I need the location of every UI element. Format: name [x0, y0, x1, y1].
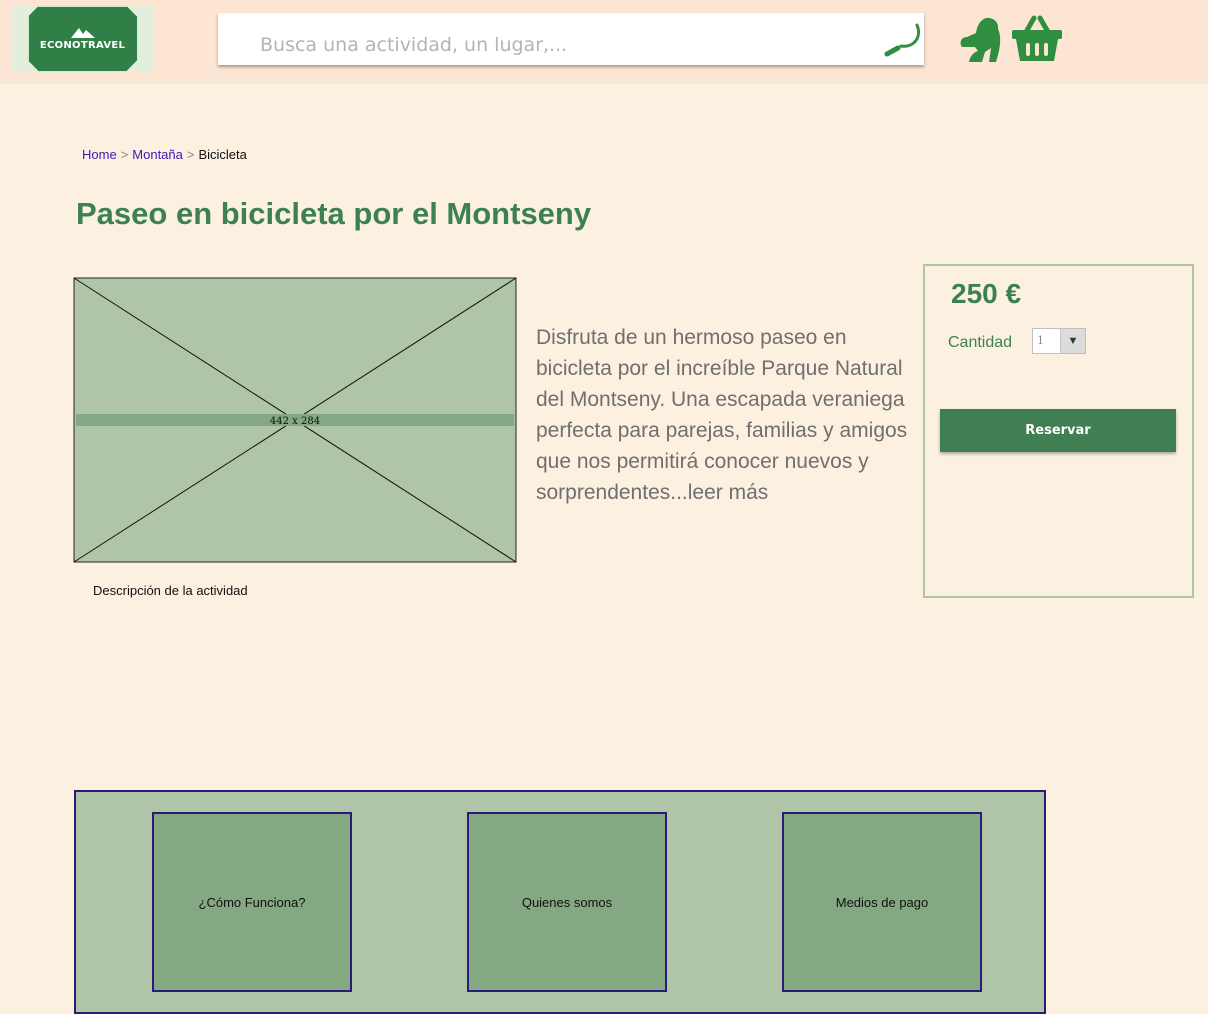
breadcrumb-montana[interactable]: Montaña [132, 147, 183, 162]
quantity-label: Cantidad [948, 334, 1013, 351]
logo-text: ECONOTRAVEL [39, 40, 126, 51]
footer: ¿Cómo Funciona? Quienes somos Medios de … [74, 790, 1046, 1014]
search-bar [218, 13, 924, 65]
breadcrumb-separator: > [186, 147, 195, 162]
booking-panel: 250 € Cantidad 1 ▼ Reservar [923, 264, 1194, 598]
search-icon[interactable] [882, 21, 922, 59]
activity-description: Disfruta de un hermoso paseo en biciclet… [536, 322, 908, 508]
logo-badge: ECONOTRAVEL [26, 4, 139, 73]
image-caption: Descripción de la actividad [93, 583, 248, 598]
footer-link-medios-de-pago[interactable]: Medios de pago [782, 812, 982, 992]
read-more-link[interactable]: ...leer más [670, 481, 768, 504]
logo[interactable]: ECONOTRAVEL [12, 4, 153, 73]
search-input[interactable] [218, 13, 868, 65]
breadcrumb-separator: > [120, 147, 129, 162]
breadcrumb: Home > Montaña > Bicicleta [82, 147, 247, 162]
page-title: Paseo en bicicleta por el Montseny [76, 196, 592, 231]
mountain-icon [70, 28, 95, 38]
header: ECONOTRAVEL [0, 0, 1208, 82]
dropdown-arrow-icon[interactable]: ▼ [1060, 329, 1085, 353]
footer-link-como-funciona[interactable]: ¿Cómo Funciona? [152, 812, 352, 992]
footer-link-quienes-somos[interactable]: Quienes somos [467, 812, 667, 992]
quantity-value: 1 [1037, 334, 1044, 347]
cart-icon[interactable] [1011, 15, 1063, 63]
price: 250 € [951, 278, 1022, 309]
reserve-button[interactable]: Reservar [940, 409, 1176, 452]
breadcrumb-home[interactable]: Home [82, 147, 117, 162]
quantity-select[interactable]: 1 ▼ [1032, 328, 1086, 354]
image-size-label: 442 x 284 [270, 416, 320, 427]
description-text: Disfruta de un hermoso paseo en biciclet… [536, 326, 908, 504]
gorilla-icon[interactable] [956, 16, 1004, 64]
image-placeholder: 442 x 284 [73, 277, 517, 563]
breadcrumb-current: Bicicleta [198, 147, 247, 162]
